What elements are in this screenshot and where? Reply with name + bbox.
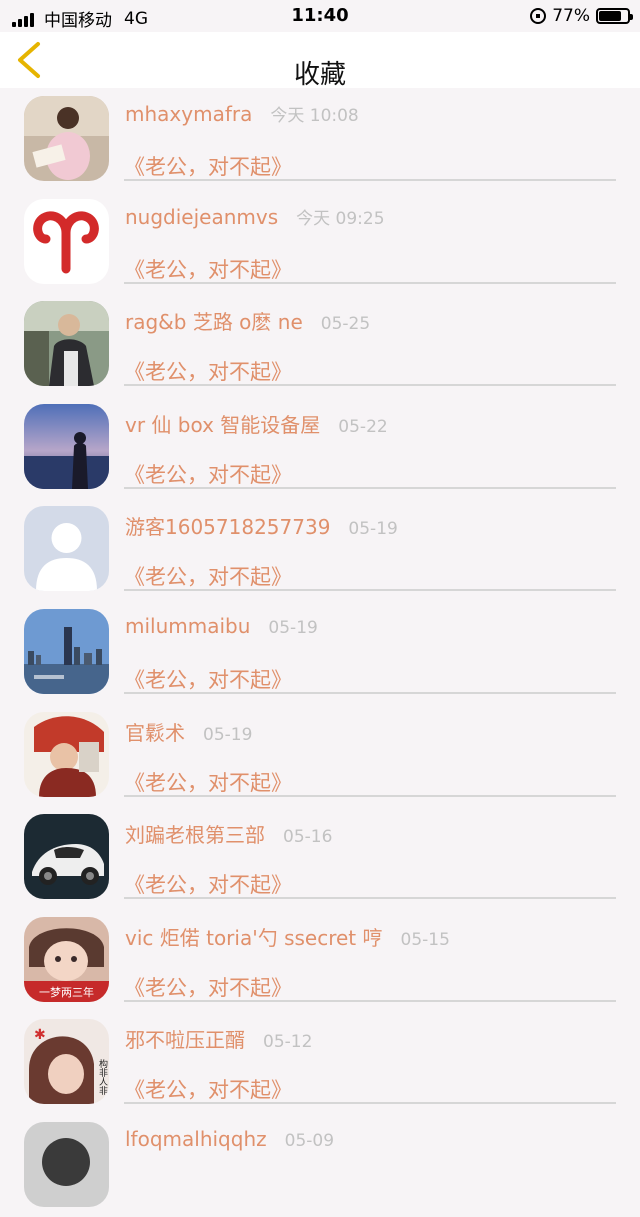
message-text: 《老公，对不起》	[124, 667, 292, 692]
timestamp: 05-15	[400, 929, 450, 950]
timestamp: 05-19	[268, 617, 318, 638]
battery-icon	[596, 8, 633, 24]
message-text: 《老公，对不起》	[124, 770, 292, 795]
favorites-list: mhaxymafra 今天 10:08 《老公，对不起》 nugdiejeanm…	[0, 88, 640, 1217]
divider	[124, 999, 616, 1002]
avatar-image	[24, 96, 109, 181]
divider	[124, 1102, 616, 1105]
divider	[124, 486, 616, 489]
username: 刘蹁老根第三部	[125, 823, 265, 848]
orientation-lock-icon	[530, 8, 547, 24]
avatar-caption: 一梦两三年	[39, 985, 94, 999]
asterisk-mark: ✱	[34, 1027, 46, 1043]
list-item[interactable]: vr 仙 box 智能设备屋 05-22 《老公，对不起》	[0, 396, 640, 499]
username: mhaxymafra	[125, 102, 253, 126]
timestamp: 05-12	[263, 1032, 313, 1053]
list-item[interactable]: ✱ 构非人非 邪不啦压正醑 05-12 《老公，对不起》	[0, 1011, 640, 1114]
divider	[124, 897, 616, 900]
car-image	[24, 814, 109, 900]
avatar-image	[24, 1121, 109, 1207]
timestamp: 今天 09:25	[296, 208, 385, 229]
list-item[interactable]: rag&b 芝路 o麽 ne 05-25 《老公，对不起》	[0, 293, 640, 396]
battery-fill	[599, 11, 621, 21]
avatar[interactable]	[24, 711, 109, 797]
avatar[interactable]	[24, 96, 109, 181]
list-item[interactable]: 游客1605718257739 05-19 《老公，对不起》	[0, 498, 640, 601]
aries-symbol-icon	[24, 198, 109, 284]
timestamp: 今天 10:08	[270, 106, 359, 126]
timestamp: 05-22	[338, 416, 388, 437]
username: 官鬏术	[125, 720, 185, 745]
list-item[interactable]: nugdiejeanmvs 今天 09:25 《老公，对不起》	[0, 191, 640, 294]
status-right: 77%	[530, 6, 633, 26]
message-text: 《老公，对不起》	[124, 257, 292, 282]
avatar[interactable]: 一梦两三年	[24, 916, 109, 1002]
avatar[interactable]	[24, 506, 109, 592]
battery-percent: 77%	[552, 6, 590, 26]
timestamp: 05-16	[283, 827, 333, 848]
avatar[interactable]	[24, 301, 109, 387]
status-bar: 中国移动 4G 11:40 77%	[0, 0, 640, 32]
message-text: 《老公，对不起》	[124, 155, 292, 179]
message-text: 《老公，对不起》	[124, 873, 292, 898]
message-text: 《老公，对不起》	[124, 975, 292, 1000]
divider	[124, 281, 616, 284]
username: milummaibu	[125, 613, 251, 638]
avatar-image	[24, 301, 109, 387]
list-item[interactable]: 官鬏术 05-19 《老公，对不起》	[0, 704, 640, 807]
username: nugdiejeanmvs	[125, 204, 279, 229]
timestamp: 05-19	[203, 724, 253, 745]
avatar[interactable]	[24, 608, 109, 694]
avatar[interactable]	[24, 403, 109, 489]
list-item[interactable]: lfoqmalhiqqhz 05-09	[0, 1114, 640, 1217]
timestamp: 05-19	[348, 519, 398, 540]
timestamp: 05-09	[284, 1130, 335, 1151]
list-item[interactable]: mhaxymafra 今天 10:08 《老公，对不起》	[0, 88, 640, 191]
divider	[124, 794, 616, 797]
divider	[124, 589, 616, 592]
avatar-image	[24, 608, 109, 694]
avatar-image: 一梦两三年	[24, 916, 109, 1002]
divider	[124, 179, 616, 181]
avatar[interactable]	[24, 198, 109, 284]
avatar-image	[24, 711, 109, 797]
username: vic 炬偌 toria'勺 ssecret 哼	[125, 925, 383, 950]
list-item[interactable]: 刘蹁老根第三部 05-16 《老公，对不起》	[0, 806, 640, 909]
divider	[124, 384, 616, 387]
list-item[interactable]: milummaibu 05-19 《老公，对不起》	[0, 601, 640, 704]
message-text: 《老公，对不起》	[124, 462, 292, 487]
timestamp: 05-25	[320, 314, 371, 335]
avatar-caption: 构非人非	[97, 1058, 108, 1096]
avatar[interactable]	[24, 814, 109, 900]
username: vr 仙 box 智能设备屋	[125, 412, 321, 437]
username: 游客1605718257739	[125, 515, 331, 540]
default-avatar-icon	[24, 506, 109, 592]
username: 邪不啦压正醑	[125, 1028, 245, 1053]
message-text: 《老公，对不起》	[124, 1078, 292, 1103]
message-text: 《老公，对不起》	[124, 565, 292, 590]
list-item[interactable]: 一梦两三年 vic 炬偌 toria'勺 ssecret 哼 05-15 《老公…	[0, 909, 640, 1012]
username: lfoqmalhiqqhz	[125, 1126, 267, 1151]
page-title: 收藏	[293, 60, 346, 90]
battery-cap	[630, 14, 633, 20]
avatar[interactable]	[24, 1121, 109, 1207]
divider	[124, 691, 616, 694]
avatar[interactable]: ✱ 构非人非	[24, 1019, 109, 1105]
username: rag&b 芝路 o麽 ne	[125, 310, 303, 335]
nav-bar: 收藏	[0, 32, 640, 90]
message-text: 《老公，对不起》	[124, 360, 292, 385]
avatar-image: ✱ 构非人非	[24, 1019, 109, 1105]
avatar-image	[24, 403, 109, 489]
